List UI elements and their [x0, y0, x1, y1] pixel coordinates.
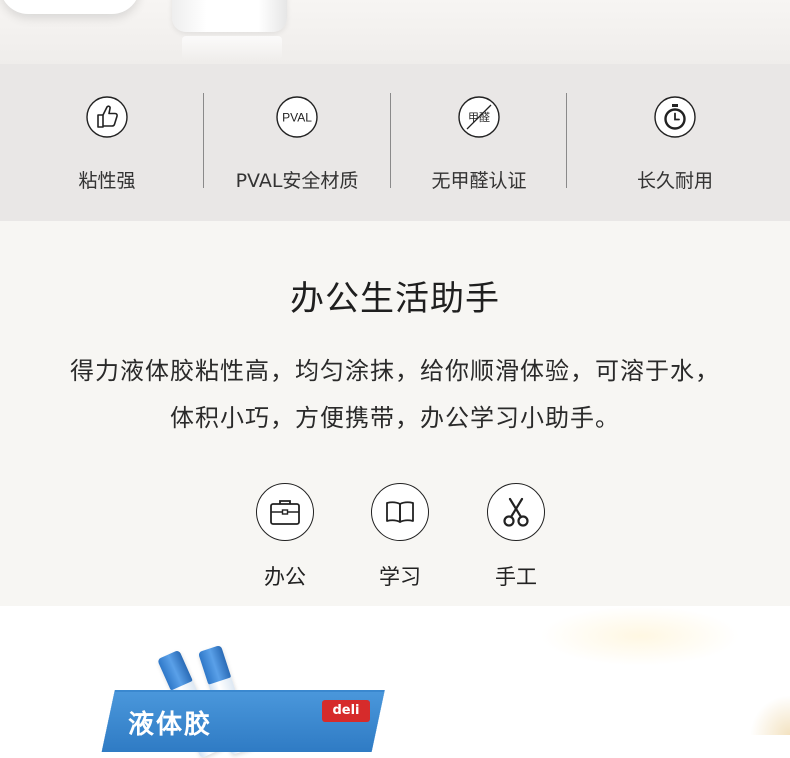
feature-label: 粘性强 [78, 170, 136, 192]
no-formaldehyde-icon: 甲醛 [458, 96, 500, 138]
use-office: 办公 [245, 483, 325, 591]
divider [390, 93, 391, 188]
office-life-section: 办公生活助手 得力液体胶粘性高，均匀涂抹，给你顺滑体验，可溶于水， 体积小巧，方… [0, 221, 790, 606]
brand-logo: deli [322, 700, 370, 722]
product-photo-bottom: 液体胶 deli [0, 606, 790, 758]
box-text: 液体胶 [128, 710, 213, 740]
thumbs-up-icon [86, 96, 128, 138]
background-glow [540, 606, 740, 666]
use-label: 办公 [264, 565, 306, 589]
feature-pval: PVAL PVAL安全材质 [212, 64, 382, 221]
briefcase-icon [256, 483, 314, 541]
scissors-icon [487, 483, 545, 541]
pval-badge-icon: PVAL [276, 96, 318, 138]
bottle-reflection [182, 36, 282, 60]
svg-text:PVAL: PVAL [282, 111, 312, 125]
feature-strong-adhesion: 粘性强 [32, 64, 182, 221]
section-title: 办公生活助手 [290, 279, 500, 319]
features-bar: 粘性强 PVAL PVAL安全材质 甲醛 无甲醛认证 [0, 64, 790, 221]
divider [203, 93, 204, 188]
open-book-icon [371, 483, 429, 541]
feature-label: PVAL安全材质 [235, 170, 359, 192]
use-handcraft: 手工 [476, 483, 556, 591]
stopwatch-icon [654, 96, 696, 138]
glue-stick-cap [157, 649, 193, 691]
glue-bottle [172, 0, 287, 32]
use-label: 手工 [495, 565, 537, 589]
description-line-1: 得力液体胶粘性高，均匀涂抹，给你顺滑体验，可溶于水， [70, 357, 720, 385]
corner-glow [750, 695, 790, 735]
description-line-2: 体积小巧，方便携带，办公学习小助手。 [170, 404, 620, 432]
feature-label: 长久耐用 [636, 170, 713, 192]
use-label: 学习 [379, 565, 421, 589]
glue-bottle-cap [0, 0, 140, 14]
feature-label: 无甲醛认证 [431, 170, 527, 192]
feature-durable: 长久耐用 [590, 64, 760, 221]
product-photo-top [0, 0, 790, 64]
feature-no-formaldehyde: 甲醛 无甲醛认证 [398, 64, 560, 221]
glue-stick-cap [197, 644, 232, 685]
use-study: 学习 [360, 483, 440, 591]
divider [566, 93, 567, 188]
